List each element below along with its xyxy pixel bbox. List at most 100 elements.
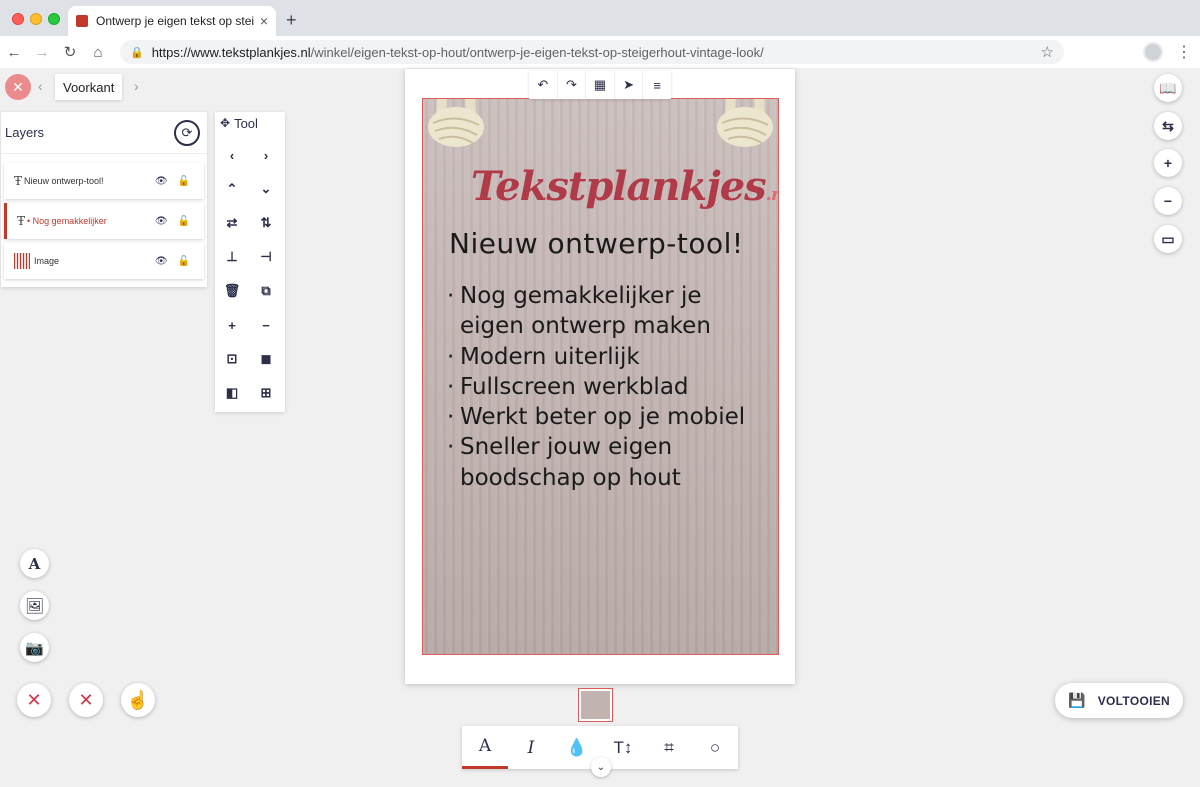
- visibility-eye-icon[interactable]: 👁: [155, 256, 168, 267]
- move-down-icon[interactable]: ⌄: [249, 172, 283, 206]
- profile-avatar[interactable]: [1143, 42, 1163, 62]
- card-icon[interactable]: ▭: [1154, 225, 1182, 253]
- tool-grid: ‹ › ⌃ ⌄ ⇄ ⇅ ⊥ ⊣ 🗑 ⧉ + − ⊡ ◼ ◧ ⊞: [215, 138, 285, 410]
- refresh-icon[interactable]: ⟳: [174, 119, 200, 146]
- bullet-mark: ·: [447, 283, 455, 309]
- book-icon[interactable]: 📖: [1154, 74, 1182, 102]
- pointer-icon[interactable]: ➤: [615, 71, 644, 99]
- reload-icon[interactable]: ↻: [56, 43, 84, 61]
- unlock-icon[interactable]: 🔓: [178, 256, 190, 267]
- unlock-icon[interactable]: 🔓: [178, 176, 190, 187]
- bullet-list-text[interactable]: · Nog gemakkelijker je eigen ontwerp make…: [447, 281, 745, 493]
- crop-icon[interactable]: ⌗: [646, 726, 692, 769]
- font-icon[interactable]: A: [462, 726, 508, 769]
- move-left-icon[interactable]: ‹: [215, 138, 249, 172]
- browser-menu-icon[interactable]: ⋮: [1176, 42, 1192, 62]
- side-label: Voorkant: [55, 74, 123, 100]
- translate-icon[interactable]: ⇆: [1154, 112, 1182, 140]
- design-canvas[interactable]: Tekstplankjes.nl Nieuw ontwerp-tool! ·No…: [405, 69, 795, 684]
- align-bottom-icon[interactable]: ⊥: [215, 240, 249, 274]
- clear-button[interactable]: ✕: [17, 683, 51, 717]
- minimize-window-button[interactable]: [30, 13, 42, 25]
- bullet-text: boodschap op hout: [460, 464, 681, 491]
- url-path: /winkel/eigen-tekst-op-hout/ontwerp-je-e…: [310, 44, 764, 60]
- flip-vertical-icon[interactable]: ⇅: [249, 206, 283, 240]
- tool-header[interactable]: ✥ Tool: [215, 112, 285, 134]
- bullet-mark: ·: [447, 343, 455, 370]
- bullet-mark: ·: [447, 373, 455, 400]
- layer-name: • Nog gemakkelijker: [27, 216, 107, 226]
- back-icon[interactable]: ←: [0, 44, 28, 61]
- rope-knot-right-icon: [717, 99, 773, 147]
- maximize-window-button[interactable]: [48, 13, 60, 25]
- bullet-spacer: [447, 311, 460, 341]
- forward-icon[interactable]: →: [28, 44, 56, 61]
- zoom-in-icon[interactable]: +: [215, 308, 249, 342]
- tool-panel: ✥ Tool ‹ › ⌃ ⌄ ⇄ ⇅ ⊥ ⊣ 🗑 ⧉ + − ⊡ ◼ ◧ ⊞: [215, 112, 285, 412]
- add-text-button[interactable]: A: [20, 549, 49, 578]
- layer-row[interactable]: Image 👁 🔓: [4, 243, 204, 279]
- move-right-icon[interactable]: ›: [249, 138, 283, 172]
- bullet-text: Fullscreen werkblad: [460, 373, 689, 400]
- add-photo-button[interactable]: 📷: [20, 633, 49, 662]
- wood-board[interactable]: Tekstplankjes.nl Nieuw ontwerp-tool! ·No…: [422, 98, 779, 655]
- tab-title: Ontwerp je eigen tekst op steig: [96, 14, 254, 28]
- redo-icon[interactable]: ↷: [558, 71, 587, 99]
- send-backward-icon[interactable]: ⊡: [215, 342, 249, 376]
- list-item: · Werkt beter op je mobiel: [447, 402, 745, 432]
- add-image-button[interactable]: 🖼: [20, 591, 49, 620]
- send-to-back-icon[interactable]: ⊞: [249, 376, 283, 410]
- bullet-text: Werkt beter op je mobiel: [460, 404, 746, 431]
- bookmark-star-icon[interactable]: ☆: [1041, 43, 1054, 61]
- finish-label: VOLTOOIEN: [1097, 693, 1170, 708]
- bullet-mark: ·: [447, 434, 455, 461]
- thumbnail-preview: [581, 691, 610, 719]
- flip-horizontal-icon[interactable]: ⇄: [215, 206, 249, 240]
- italic-icon[interactable]: I: [508, 726, 554, 769]
- visibility-eye-icon[interactable]: 👁: [155, 216, 168, 227]
- next-side-icon[interactable]: ›: [134, 78, 139, 94]
- text-layer-icon: Ŧ: [14, 174, 23, 188]
- clear-all-button[interactable]: ✕: [69, 683, 103, 717]
- browser-tab[interactable]: Ontwerp je eigen tekst op steig ×: [68, 6, 276, 36]
- bullet-text: Sneller jouw eigen: [460, 434, 673, 461]
- align-right-icon[interactable]: ⊣: [249, 240, 283, 274]
- prev-side-icon[interactable]: ‹: [38, 78, 43, 94]
- close-editor-button[interactable]: ✕: [5, 74, 31, 100]
- new-tab-button[interactable]: +: [286, 10, 297, 31]
- layer-row[interactable]: Ŧ Nieuw ontwerp-tool! 👁 🔓: [4, 163, 204, 199]
- page-thumbnail[interactable]: [578, 688, 613, 722]
- hand-pointer-button[interactable]: ☝: [121, 683, 155, 717]
- bring-forward-icon[interactable]: ◼: [249, 342, 283, 376]
- address-bar[interactable]: 🔒 https://www.tekstplankjes.nl/winkel/ei…: [120, 40, 1064, 64]
- bring-to-front-icon[interactable]: ◧: [215, 376, 249, 410]
- finish-button[interactable]: 💾 VOLTOOIEN: [1055, 683, 1183, 718]
- visibility-eye-icon[interactable]: 👁: [155, 176, 168, 187]
- bullet-text: Modern uiterlijk: [460, 343, 640, 370]
- circle-icon[interactable]: ○: [692, 726, 738, 769]
- tab-close-icon[interactable]: ×: [260, 13, 268, 29]
- close-window-button[interactable]: [12, 13, 24, 25]
- headline-text[interactable]: Nieuw ontwerp-tool!: [449, 227, 744, 260]
- expand-chevron-icon[interactable]: ⌄: [591, 757, 611, 777]
- save-icon: 💾: [1068, 692, 1086, 708]
- zoom-out-button[interactable]: −: [1154, 187, 1182, 215]
- delete-icon[interactable]: 🗑: [215, 274, 249, 308]
- layer-name: Image: [34, 256, 60, 266]
- home-icon[interactable]: ⌂: [84, 44, 112, 61]
- layer-row-active[interactable]: Ŧ • Nog gemakkelijker 👁 🔓: [4, 203, 204, 239]
- zoom-in-button[interactable]: +: [1154, 149, 1182, 177]
- list-item: · Modern uiterlijk: [447, 342, 745, 372]
- list-item: · Nog gemakkelijker je: [447, 281, 745, 311]
- favicon-icon: [76, 15, 88, 27]
- move-up-icon[interactable]: ⌃: [215, 172, 249, 206]
- grid-icon[interactable]: ▦: [586, 71, 615, 99]
- zoom-out-icon[interactable]: −: [249, 308, 283, 342]
- duplicate-icon[interactable]: ⧉: [249, 274, 283, 308]
- undo-icon[interactable]: ↶: [529, 71, 558, 99]
- unlock-icon[interactable]: 🔓: [178, 216, 190, 227]
- text-layer-icon: Ŧ: [17, 214, 26, 228]
- design-app: ✕ ‹ Voorkant › Layers ⟳ Ŧ Nieuw ontwerp-…: [0, 69, 1200, 787]
- menu-icon[interactable]: ≡: [643, 71, 671, 99]
- browser-toolbar: ← → ↻ ⌂ 🔒 https://www.tekstplankjes.nl/w…: [0, 36, 1200, 68]
